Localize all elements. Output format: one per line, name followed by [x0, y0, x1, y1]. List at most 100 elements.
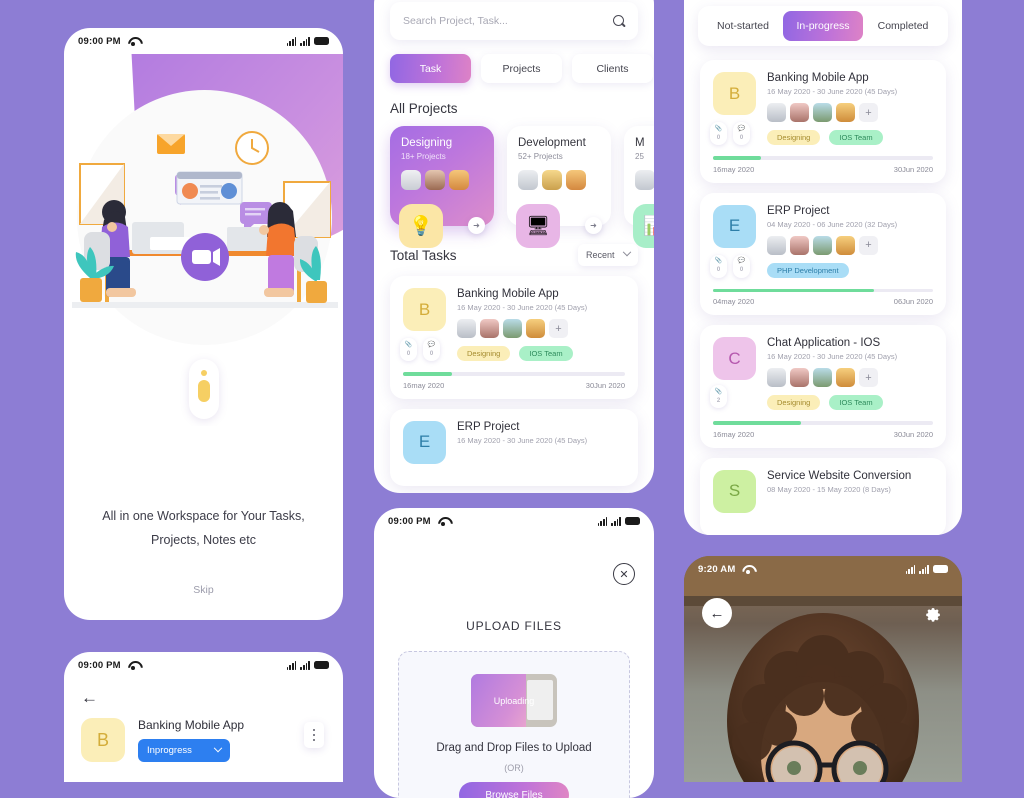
- status-card[interactable]: B Banking Mobile App 16 May 2020 - 30 Ju…: [700, 60, 946, 183]
- status-bar: 09:00 PM: [374, 508, 654, 534]
- add-member-button[interactable]: +: [859, 235, 878, 255]
- onboarding-illustration: [64, 54, 343, 426]
- avatar: [790, 103, 809, 122]
- category-card-designing[interactable]: Designing 18+ Projects 💡 ➜: [390, 126, 494, 248]
- kebab-menu-icon[interactable]: [304, 722, 324, 748]
- attachment-icon: 📎 2: [710, 385, 727, 408]
- task-initial-badge: B: [81, 718, 125, 762]
- sort-label: Recent: [586, 250, 615, 260]
- drop-instruction: Drag and Drop Files to Upload: [436, 742, 592, 754]
- task-start-date: 16may 2020: [403, 380, 445, 390]
- task-initial-badge: E: [713, 204, 756, 248]
- add-member-button[interactable]: +: [549, 319, 568, 338]
- task-start-date: 16may 2020: [713, 164, 755, 174]
- task-dates: 16 May 2020 - 30 June 2020 (45 Days): [767, 352, 898, 361]
- scroll-hint-icon: [188, 359, 219, 419]
- task-progress-bar: [403, 372, 625, 376]
- signal-bars-icon-2: [300, 660, 310, 670]
- avatar: [635, 170, 654, 190]
- skip-button[interactable]: Skip: [64, 584, 343, 596]
- browse-files-button[interactable]: Browse Files: [459, 782, 569, 798]
- close-icon[interactable]: ✕: [613, 563, 635, 585]
- tab-projects[interactable]: Projects: [481, 54, 562, 83]
- tab-clients[interactable]: Clients: [572, 54, 653, 83]
- tab-in-progress[interactable]: In-progress: [783, 11, 863, 41]
- task-initial-badge: E: [403, 420, 446, 464]
- segment-tabs: Task Projects Clients: [390, 54, 653, 83]
- avatar: [790, 368, 809, 387]
- task-initial-badge: B: [713, 72, 756, 115]
- task-info: Banking Mobile App 16 May 2020 - 30 June…: [457, 288, 587, 361]
- task-title: ERP Project: [457, 420, 520, 433]
- arrow-right-icon[interactable]: ➜: [468, 217, 485, 234]
- tab-task[interactable]: Task: [390, 54, 471, 83]
- task-card[interactable]: E ERP Project 16 May 2020 - 30 June 2020…: [390, 408, 638, 486]
- task-tags: Designing IOS Team: [457, 346, 587, 361]
- avatar: [425, 170, 445, 190]
- task-initial-badge: C: [713, 337, 756, 380]
- comment-count: 0: [429, 350, 434, 357]
- phone-status-list: Not-started In-progress Completed B Bank…: [684, 0, 962, 535]
- task-dates: 08 May 2020 - 15 May 2020 (8 Days): [767, 484, 891, 494]
- task-avatars: +: [767, 368, 897, 387]
- or-label: (OR): [504, 763, 524, 773]
- task-dates: 16 May 2020 - 30 June 2020 (45 Days): [457, 303, 588, 312]
- task-tags: PHP Development: [767, 262, 897, 278]
- category-title: Development: [518, 137, 586, 149]
- status-right: [286, 660, 329, 670]
- tag-ios-team: IOS Team: [829, 130, 883, 145]
- gear-icon[interactable]: [922, 603, 942, 623]
- phone-task-detail: 09:00 PM ← B Banking Mobile App Inprogre…: [64, 652, 343, 782]
- attachment-count: 0: [716, 267, 721, 273]
- task-date-range: 16may 2020 30Jun 2020: [403, 381, 625, 390]
- avatar: [767, 235, 786, 255]
- status-dropdown[interactable]: Inprogress: [138, 739, 230, 762]
- wifi-icon: [742, 565, 753, 574]
- status-tabs: Not-started In-progress Completed: [698, 6, 948, 46]
- status-card[interactable]: E ERP Project 04 May 2020 - 06 June 2020…: [700, 192, 946, 315]
- avatar: [790, 235, 809, 255]
- avatar: [457, 319, 476, 338]
- back-arrow-icon[interactable]: ←: [702, 598, 732, 628]
- task-initial-badge: S: [713, 469, 756, 513]
- tag-designing: Designing: [457, 346, 511, 361]
- category-card-third[interactable]: M 25 📊: [624, 126, 654, 248]
- battery-icon: [933, 565, 948, 573]
- sort-dropdown[interactable]: Recent: [578, 244, 638, 266]
- add-member-button[interactable]: +: [859, 103, 878, 122]
- add-member-button[interactable]: +: [859, 368, 878, 387]
- search-bar[interactable]: [390, 2, 638, 40]
- task-detail-header: B Banking Mobile App Inprogress: [81, 718, 343, 762]
- back-arrow-icon[interactable]: ←: [81, 689, 343, 706]
- tab-completed[interactable]: Completed: [863, 11, 943, 41]
- category-strip: Designing 18+ Projects 💡 ➜ Development 5…: [390, 126, 654, 248]
- attachment-icon: 📎 0: [400, 338, 417, 361]
- profile-photo: [684, 556, 962, 782]
- status-card[interactable]: C Chat Application - IOS 16 May 2020 - 3…: [700, 325, 946, 448]
- search-input[interactable]: [403, 15, 613, 27]
- drop-zone[interactable]: Uploading Drag and Drop Files to Upload …: [398, 651, 630, 798]
- category-avatars: [518, 170, 600, 190]
- teamwork-illustration: [72, 131, 338, 308]
- signal-bars-icon: [286, 36, 297, 46]
- upload-thumbnail: Uploading: [471, 674, 557, 727]
- task-meta: 📎 2: [710, 385, 727, 408]
- arrow-right-icon[interactable]: ➜: [585, 217, 602, 234]
- task-info: ERP Project 04 May 2020 - 06 June 2020 (…: [767, 205, 897, 278]
- wifi-icon: [128, 661, 139, 670]
- category-title: Designing: [401, 137, 453, 149]
- task-meta: 📎 0 💬 0: [710, 254, 750, 278]
- tab-not-started[interactable]: Not-started: [703, 11, 783, 41]
- tag-designing: Designing: [767, 130, 821, 145]
- task-start-date: 16may 2020: [713, 429, 755, 439]
- search-icon[interactable]: [613, 15, 625, 27]
- attachment-count: 0: [406, 350, 411, 357]
- tag-ios-team: IOS Team: [829, 395, 883, 410]
- status-card[interactable]: S Service Website Conversion 08 May 2020…: [700, 457, 946, 535]
- avatar: [836, 235, 855, 255]
- signal-bars-icon-2: [919, 564, 929, 574]
- total-tasks-heading: Total Tasks: [390, 247, 457, 263]
- category-card-development[interactable]: Development 52+ Projects 🖥 ➜: [507, 126, 611, 248]
- task-card[interactable]: B Banking Mobile App 16 May 2020 - 30 Ju…: [390, 276, 638, 399]
- status-time: 09:00 PM: [78, 659, 121, 671]
